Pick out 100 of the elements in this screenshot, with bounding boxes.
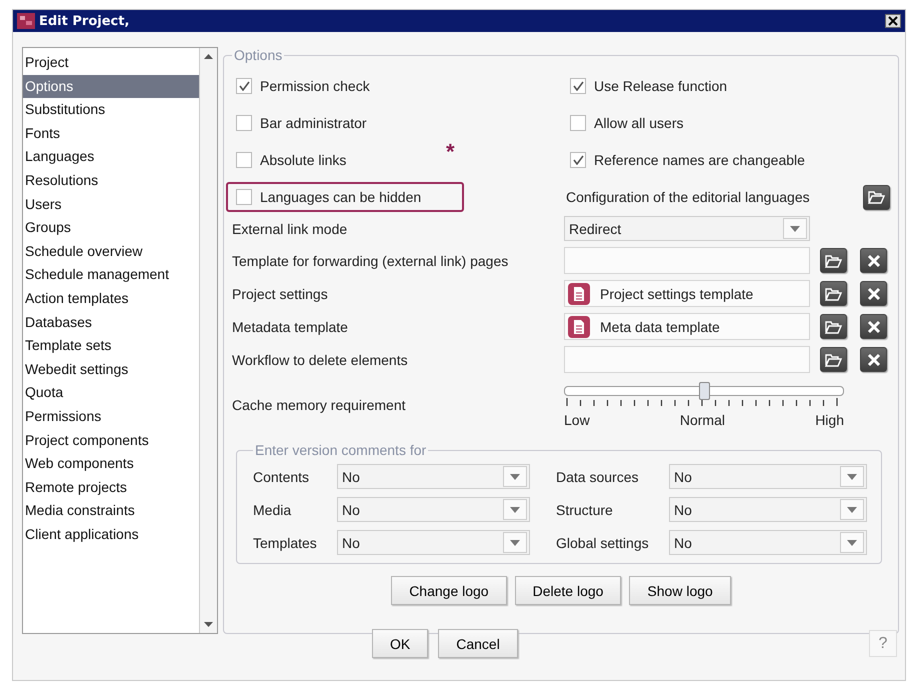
checkbox-label: Allow all users [594,115,684,131]
caret-icon [790,226,800,232]
sidebar-item[interactable]: Remote projects [23,476,199,500]
checkbox-label: Permission check [260,78,370,94]
folder-icon [825,352,842,366]
caret-icon [510,474,520,480]
remove-button[interactable] [860,281,887,306]
sidebar-item[interactable]: Project [23,51,199,75]
sidebar-item[interactable]: Media constraints [23,499,199,523]
close-icon [866,286,880,300]
checkbox[interactable] [570,152,586,168]
sidebar-item[interactable]: Webedit settings [23,358,199,382]
field-label: Cache memory requirement [232,397,407,413]
field-label: Structure [556,502,614,518]
field-label: Global settings [556,534,650,550]
checkbox[interactable] [236,78,252,94]
reference-field[interactable] [564,346,810,373]
open-button[interactable] [820,314,847,339]
scale-label: High [815,412,844,428]
sidebar-item[interactable]: Options [23,74,199,98]
document-icon [568,316,590,338]
checkbox-label: Use Release function [594,78,728,94]
open-button[interactable] [863,184,890,210]
remove-button[interactable] [860,314,887,339]
checkbox-label: Bar administrator [260,115,367,131]
close-icon [866,352,880,366]
caret-icon [847,540,857,546]
open-button[interactable] [820,347,847,372]
checkbox[interactable] [236,189,252,205]
sidebar-item[interactable]: Groups [23,216,199,240]
caret-icon [510,506,520,512]
scrollbar[interactable] [199,48,217,633]
sidebar-item[interactable]: Languages [23,145,199,169]
slider-thumb[interactable] [699,382,710,400]
window-title: Edit Project, [39,14,130,28]
close-button[interactable] [885,14,901,28]
folder-icon [825,286,842,300]
scale-label: Low [564,412,590,428]
sidebar-item[interactable]: Fonts [23,122,199,146]
dropdown[interactable]: No [669,530,867,555]
dropdown[interactable]: No [669,497,867,522]
dropdown[interactable]: No [337,464,530,489]
sidebar-item[interactable]: Web components [23,452,199,476]
field-label: Data sources [556,468,640,484]
sidebar-item[interactable]: Users [23,192,199,216]
folder-icon [868,190,885,204]
sidebar-item[interactable]: Permissions [23,404,199,428]
group-title: Enter version comments for [254,442,428,458]
document-icon [568,282,590,304]
open-button[interactable] [820,248,847,273]
remove-button[interactable] [860,347,887,372]
caret-icon [510,540,520,546]
checkbox-label: Reference names are changeable [594,152,805,168]
reference-field[interactable] [564,247,810,274]
field-label: Workflow to delete elements [232,352,409,368]
sidebar-item[interactable]: Template sets [23,334,199,358]
scroll-down-icon[interactable] [204,622,213,627]
sidebar-item[interactable]: Schedule management [23,263,199,287]
asterisk-marker: * [446,139,455,165]
sidebar-item[interactable]: Schedule overview [23,240,199,264]
field-label: Template for forwarding (external link) pages [232,252,510,268]
dropdown[interactable]: No [669,464,867,489]
folder-icon [825,254,842,268]
sidebar-item[interactable]: Project components [23,428,199,452]
app-logo-icon [17,13,35,29]
sidebar-item[interactable]: Resolutions [23,168,199,193]
sidebar-item[interactable]: Substitutions [23,98,199,122]
logo-button[interactable]: Show logo [629,576,731,605]
caret-icon [847,474,857,480]
scroll-up-icon[interactable] [204,54,213,59]
sidebar-item[interactable]: Action templates [23,286,199,311]
checkbox-label: Absolute links [260,152,346,168]
checkbox[interactable] [570,115,586,131]
dropdown[interactable]: No [337,497,530,522]
reference-field[interactable]: Project settings template [564,280,810,307]
checkbox[interactable] [236,115,252,131]
dropdown[interactable]: No [337,530,530,555]
checkbox-label: Languages can be hidden [260,189,422,205]
field-label: Metadata template [232,318,349,334]
field-label: Media [253,502,292,518]
reference-field[interactable]: Meta data template [564,313,810,340]
remove-button[interactable] [860,248,887,273]
field-label: External link mode [232,220,348,236]
close-icon [866,254,880,268]
sidebar-item[interactable]: Quota [23,381,199,405]
sidebar-item[interactable]: Databases [23,310,199,334]
checkbox[interactable] [236,152,252,168]
open-button[interactable] [820,281,847,306]
dialog-button[interactable]: OK [372,629,428,658]
dropdown[interactable]: Redirect [564,216,810,241]
logo-button[interactable]: Change logo [391,576,507,605]
field-label: Configuration of the editorial languages [566,189,810,205]
folder-icon [825,320,842,334]
field-label: Contents [253,468,310,484]
logo-button[interactable]: Delete logo [514,576,622,605]
sidebar-item[interactable]: Client applications [23,522,199,546]
dialog-button[interactable]: Cancel [438,629,518,658]
field-label: Project settings [232,286,329,302]
checkbox[interactable] [570,78,586,94]
group-title: Options [233,47,284,63]
